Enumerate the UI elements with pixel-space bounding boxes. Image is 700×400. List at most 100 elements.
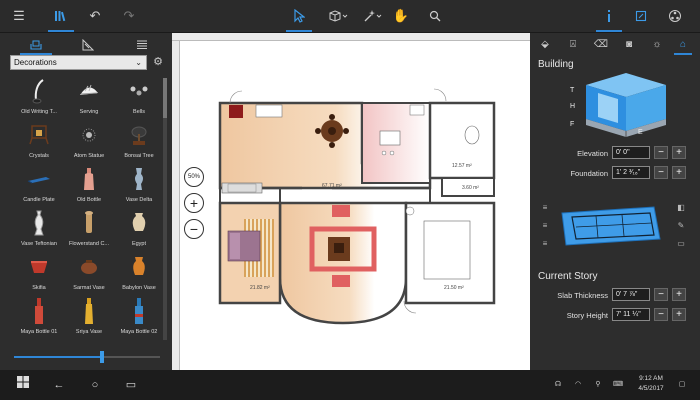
list-item[interactable]: Flowerstand C... — [64, 207, 114, 255]
list-item[interactable]: Skifia — [14, 251, 64, 299]
paint-bucket-icon[interactable]: ⬙ — [534, 36, 556, 54]
pan-hand-icon[interactable]: ✋ — [388, 3, 414, 29]
story-above-icon[interactable]: ≡ — [540, 203, 550, 213]
babylon-vase-thumbnail — [126, 251, 152, 283]
top-toolbar: ☰ ↶ ↷ ✋ — [0, 0, 700, 33]
list-tab[interactable] — [122, 36, 162, 54]
zoom-out-button[interactable]: − — [184, 219, 204, 239]
info-icon[interactable] — [596, 3, 622, 32]
edit-story-icon[interactable]: ✎ — [676, 221, 686, 231]
zoom-level-indicator[interactable]: 50% — [184, 167, 204, 187]
list-item[interactable]: Babylon Vase — [114, 251, 164, 299]
flowerstand-thumbnail — [76, 207, 102, 239]
list-item[interactable]: Serving — [64, 75, 114, 123]
sarmat-vase-thumbnail — [76, 251, 102, 283]
share-icon[interactable] — [662, 3, 688, 29]
list-item[interactable]: Sriya Vase — [64, 295, 114, 343]
list-item[interactable]: Candle Plate — [14, 163, 64, 211]
home-circle-icon[interactable]: ○ — [86, 376, 104, 394]
room-area-top-right: 12.57 m² — [452, 163, 472, 169]
back-arrow-icon[interactable]: ← — [50, 376, 68, 394]
camera-icon[interactable]: ◙ — [618, 36, 640, 54]
sun-icon[interactable]: ☼ — [646, 36, 668, 54]
height-decrement-button[interactable]: − — [654, 308, 668, 321]
gear-icon[interactable]: ⚙ — [151, 55, 165, 70]
list-icon — [137, 40, 147, 49]
list-item[interactable]: Atom Statue — [64, 119, 114, 167]
properties-panel: ⬙ ⍓ ⌫ ◙ ☼ ⌂ Building T H F E Elevation 0… — [530, 33, 700, 370]
maya-bottle-01-thumbnail — [26, 295, 52, 327]
clock-date: 4/5/2017 — [638, 385, 664, 392]
list-item[interactable]: Vase Teftonian — [14, 207, 64, 255]
list-item[interactable]: Maya Bottle 01 — [14, 295, 64, 343]
story-current-icon[interactable]: ≡ — [540, 221, 550, 231]
vase-delta-thumbnail — [126, 163, 152, 195]
old-bottle-thumbnail — [76, 163, 102, 195]
undo-icon[interactable]: ↶ — [82, 3, 108, 29]
slider-knob[interactable] — [99, 351, 104, 363]
notifications-icon[interactable]: ▢ — [676, 380, 688, 390]
library-scrollbar[interactable] — [163, 78, 167, 340]
floor-plan-canvas[interactable]: 67.71 m² 12.57 m² 3.60 m² 21.82 m² 21.50… — [172, 33, 530, 370]
building-section-title: Building — [538, 59, 574, 70]
foundation-decrement-button[interactable]: − — [654, 166, 668, 179]
3d-view-icon[interactable] — [324, 3, 354, 29]
room-area-right-bedroom: 21.50 m² — [444, 285, 464, 291]
object-grid: Old Writing T... Serving Bells Crystals … — [14, 75, 162, 340]
eraser-icon[interactable]: ⌫ — [590, 36, 612, 54]
select-cursor-icon[interactable] — [286, 3, 312, 32]
category-value: Decorations — [14, 58, 57, 67]
windows-start-icon[interactable] — [14, 376, 32, 394]
materials-tab[interactable] — [68, 36, 108, 54]
list-item[interactable]: Sarmat Vase — [64, 251, 114, 299]
list-item[interactable]: Vase Delta — [114, 163, 164, 211]
category-dropdown[interactable]: Decorations ⌄ — [10, 55, 147, 70]
wifi-icon[interactable]: ◠ — [572, 380, 584, 390]
library-icon[interactable] — [48, 3, 74, 32]
foundation-label: Foundation — [570, 169, 608, 178]
egypt-vase-thumbnail — [126, 207, 152, 239]
item-label: Maya Bottle 02 — [120, 329, 158, 335]
list-item[interactable]: Old Writing T... — [14, 75, 64, 123]
redo-icon[interactable]: ↷ — [116, 3, 142, 29]
slab-thickness-field[interactable]: 0' 7 ⅞" — [612, 288, 650, 301]
system-clock[interactable]: 9:12 AM 4/5/2017 — [632, 374, 670, 394]
foundation-field[interactable]: 1' 2 ³⁄₁₆" — [612, 166, 650, 179]
notes-icon[interactable] — [628, 3, 654, 29]
list-item[interactable]: Maya Bottle 02 — [114, 295, 164, 343]
sriya-vase-thumbnail — [76, 295, 102, 327]
slab-thickness-label: Slab Thickness — [557, 291, 608, 300]
clock-time: 9:12 AM — [639, 375, 663, 382]
elevation-field[interactable]: 0' 0" — [612, 146, 650, 159]
keyboard-icon[interactable]: ⌨ — [612, 380, 624, 390]
zoom-in-button[interactable]: + — [184, 193, 204, 213]
stamp-icon[interactable]: ⍓ — [562, 36, 584, 54]
height-increment-button[interactable]: + — [672, 308, 686, 321]
bells-thumbnail — [126, 75, 152, 107]
story-diagram — [561, 206, 661, 246]
list-item[interactable]: Egypt — [114, 207, 164, 255]
foundation-increment-button[interactable]: + — [672, 166, 686, 179]
list-item[interactable]: Old Bottle — [64, 163, 114, 211]
slab-decrement-button[interactable]: − — [654, 288, 668, 301]
accessibility-icon[interactable]: ☊ — [552, 380, 564, 390]
task-view-icon[interactable]: ▭ — [122, 376, 140, 394]
list-item[interactable]: Bonsai Tree — [114, 119, 164, 167]
list-item[interactable]: Crystals — [14, 119, 64, 167]
story-height-field[interactable]: 7' 11 ¼" — [612, 308, 650, 321]
scrollbar-thumb[interactable] — [163, 78, 167, 118]
list-item[interactable]: Bells — [114, 75, 164, 123]
menu-icon[interactable]: ☰ — [6, 3, 32, 29]
add-story-icon[interactable]: ◧ — [676, 203, 686, 213]
elevation-increment-button[interactable]: + — [672, 146, 686, 159]
story-below-icon[interactable]: ≡ — [540, 239, 550, 249]
network-icon[interactable]: ⚲ — [592, 380, 604, 390]
thumbnail-size-slider[interactable] — [14, 351, 160, 363]
building-icon[interactable]: ⌂ — [672, 36, 694, 55]
furniture-tab[interactable] — [16, 36, 56, 55]
elevation-decrement-button[interactable]: − — [654, 146, 668, 159]
slab-increment-button[interactable]: + — [672, 288, 686, 301]
story-settings-icon[interactable]: ▭ — [676, 239, 686, 249]
effects-icon[interactable] — [358, 3, 388, 29]
search-icon[interactable] — [422, 3, 448, 29]
